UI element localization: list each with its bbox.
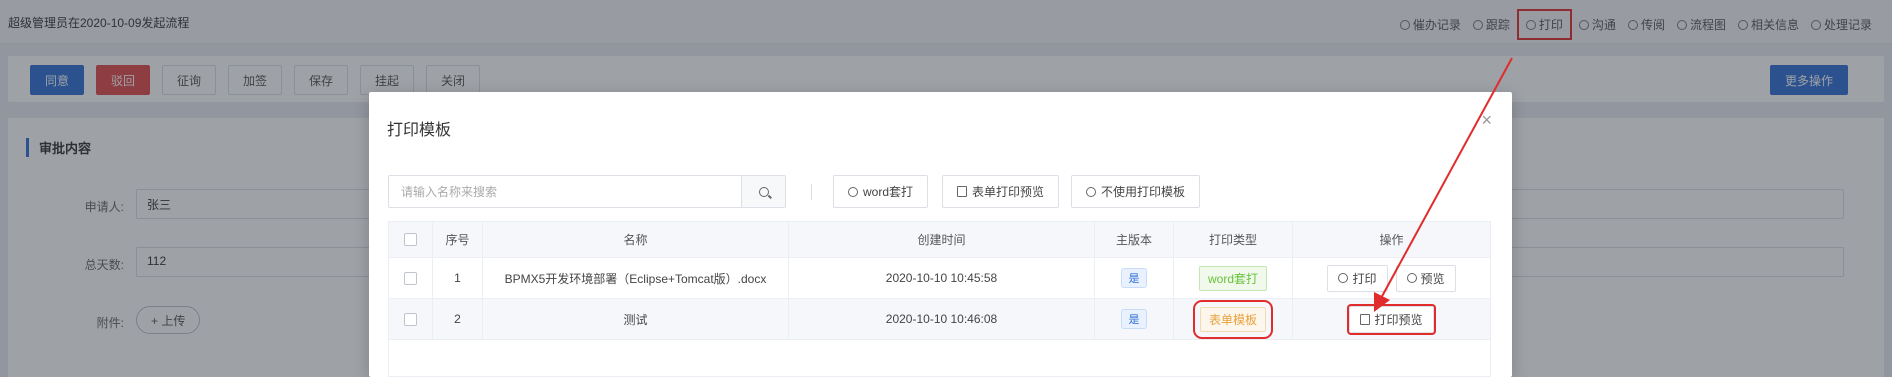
table-header: 序号 名称 创建时间 主版本 打印类型 操作	[389, 222, 1490, 258]
search-button[interactable]	[741, 176, 785, 207]
print-type-tag: word套打	[1198, 265, 1267, 291]
template-name: 测试	[483, 299, 789, 339]
close-icon[interactable]: ×	[1481, 110, 1492, 131]
eye-icon	[1406, 273, 1417, 283]
row-checkbox[interactable]	[404, 312, 417, 326]
template-table: 序号 名称 创建时间 主版本 打印类型 操作 1 BPMX5开发环境部署（Ecl…	[388, 221, 1491, 377]
printer-icon	[1086, 186, 1096, 197]
column-header: 创建时间	[789, 222, 1095, 257]
search-box	[388, 175, 786, 208]
printer-icon	[1338, 273, 1349, 283]
search-input[interactable]	[389, 176, 743, 207]
row-index: 1	[433, 258, 483, 298]
dialog-title: 打印模板	[387, 122, 452, 139]
select-all-checkbox[interactable]	[404, 233, 417, 246]
table-row: 2 测试 2020-10-10 10:46:08 是 表单模板 打印预览	[389, 299, 1490, 340]
print-preview-button[interactable]: 打印预览	[1349, 305, 1434, 333]
column-header: 主版本	[1095, 222, 1174, 257]
created-time: 2020-10-10 10:45:58	[789, 258, 1095, 298]
print-template-dialog: 打印模板 × word套打 表单打印预览 不使用打印模板 序号 名称 创建时间 …	[369, 92, 1512, 377]
column-header: 打印类型	[1174, 222, 1293, 257]
word-print-button[interactable]: word套打	[833, 175, 929, 208]
divider	[811, 184, 812, 200]
search-icon	[758, 186, 769, 197]
form-print-preview-button[interactable]: 表单打印预览	[942, 175, 1060, 208]
document-icon	[1360, 313, 1371, 325]
row-checkbox[interactable]	[404, 271, 417, 285]
column-header: 序号	[433, 222, 483, 257]
main-version-badge: 是	[1121, 268, 1147, 288]
column-header: 名称	[483, 222, 789, 257]
created-time: 2020-10-10 10:46:08	[789, 299, 1095, 339]
print-button[interactable]: 打印	[1327, 264, 1388, 292]
column-header: 操作	[1379, 233, 1404, 247]
printer-icon	[848, 186, 858, 197]
row-index: 2	[433, 299, 483, 339]
preview-button[interactable]: 预览	[1395, 264, 1456, 292]
main-version-badge: 是	[1121, 309, 1147, 329]
no-template-button[interactable]: 不使用打印模板	[1071, 175, 1201, 208]
print-type-tag: 表单模板	[1192, 299, 1274, 339]
template-name: BPMX5开发环境部署（Eclipse+Tomcat版）.docx	[483, 258, 789, 298]
document-icon	[957, 186, 967, 197]
table-row: 1 BPMX5开发环境部署（Eclipse+Tomcat版）.docx 2020…	[389, 258, 1490, 299]
